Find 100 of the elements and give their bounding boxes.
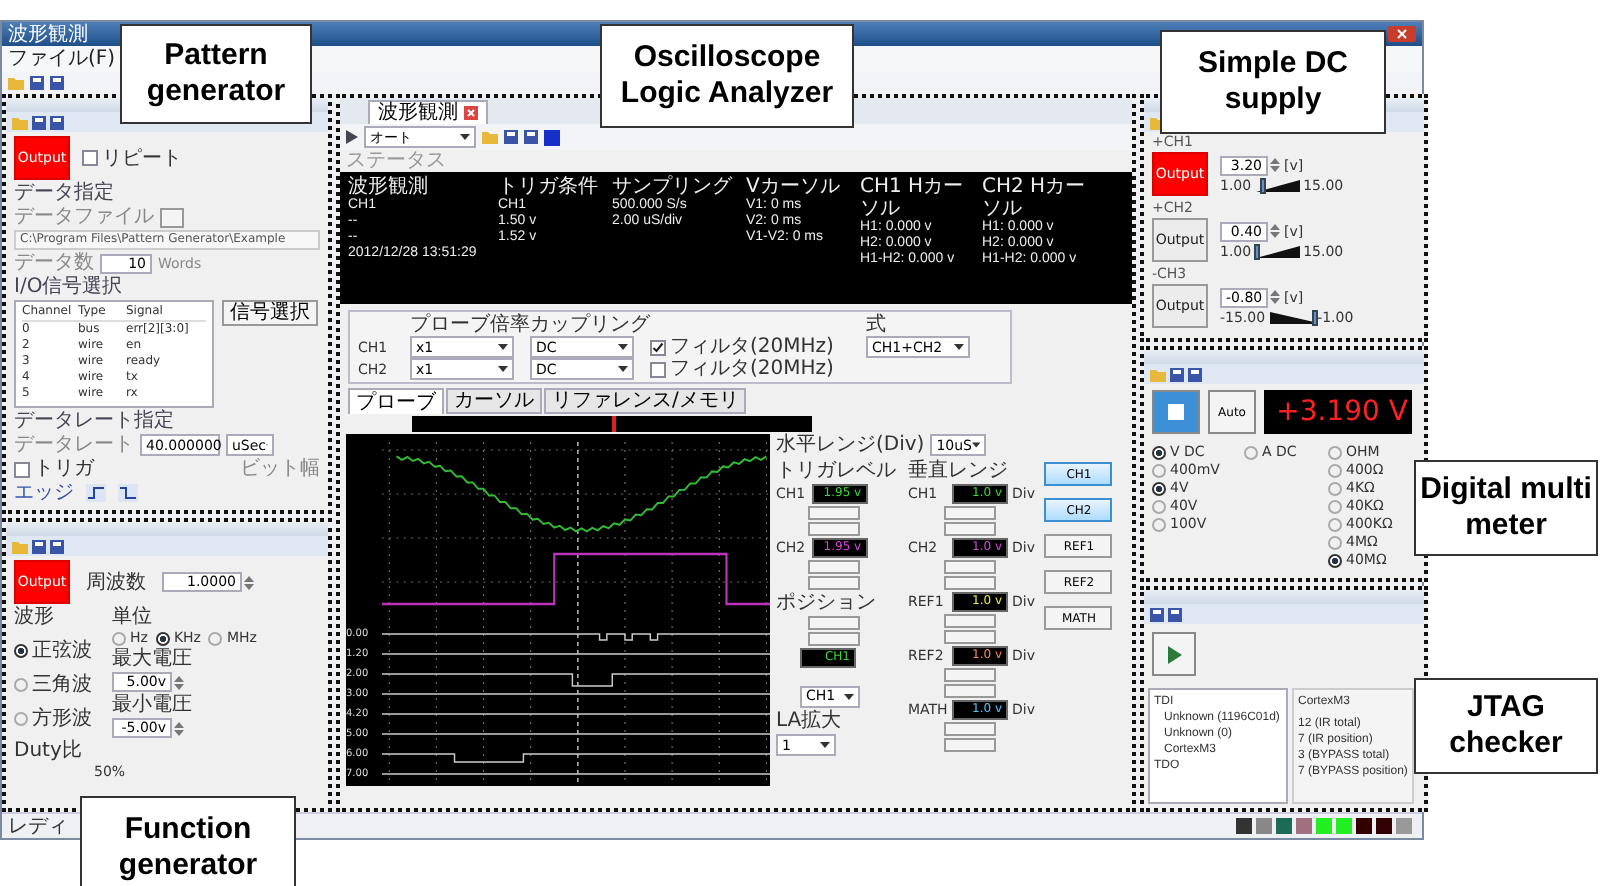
up-button[interactable] [808, 616, 860, 630]
close-icon[interactable] [1388, 26, 1416, 42]
save-icon[interactable] [1150, 607, 1164, 621]
checkbox[interactable] [650, 339, 666, 355]
save-icon[interactable] [1188, 367, 1202, 381]
save-icon[interactable] [1168, 607, 1182, 621]
browse-button[interactable] [160, 207, 184, 227]
save-icon[interactable] [32, 539, 46, 553]
slider-thumb[interactable] [1253, 243, 1260, 259]
up-button[interactable] [944, 614, 996, 628]
radio-button[interactable] [14, 712, 28, 726]
play-icon [1167, 645, 1181, 663]
checkbox[interactable] [14, 461, 30, 477]
radio-button[interactable] [1328, 517, 1342, 531]
ramp-slider[interactable] [1255, 179, 1300, 191]
radio-button[interactable] [1152, 445, 1166, 459]
color-icon[interactable] [544, 129, 560, 145]
radio-button[interactable] [1328, 481, 1342, 495]
down-button[interactable] [944, 576, 996, 590]
radio-button[interactable] [1328, 553, 1342, 567]
down-button[interactable] [808, 522, 860, 536]
down-button[interactable] [808, 632, 860, 646]
field-label: エッジ [14, 482, 74, 504]
view-tab[interactable]: リファレンス/メモリ [544, 388, 747, 414]
down-button[interactable] [944, 684, 996, 698]
callout-label: Function generator [80, 796, 296, 886]
document-tab[interactable]: 波形観測 [368, 100, 488, 124]
radio-label: 方形波 [32, 708, 92, 730]
field-label: 単位 [112, 606, 154, 628]
section-heading: データレート指定 [14, 410, 176, 432]
view-tab[interactable]: プローブ [348, 388, 444, 414]
save-icon[interactable] [30, 76, 44, 90]
radio-button[interactable] [1152, 517, 1166, 531]
rising-edge-icon[interactable] [86, 484, 106, 502]
caret-icon [498, 344, 508, 350]
menu-item[interactable]: ファイル(F) [8, 48, 116, 70]
field-label: データファイル [14, 206, 154, 228]
down-button[interactable] [944, 522, 996, 536]
down-button[interactable] [808, 576, 860, 590]
up-button[interactable] [944, 668, 996, 682]
play-icon[interactable] [346, 130, 358, 144]
checkbox[interactable] [82, 150, 98, 166]
radio-button[interactable] [14, 644, 28, 658]
status-title: サンプリング [612, 176, 734, 198]
radio-button[interactable] [14, 678, 28, 692]
up-button[interactable] [808, 560, 860, 574]
caret-icon [498, 366, 508, 372]
section-heading: ステータス [344, 150, 448, 172]
radio-button[interactable] [1152, 463, 1166, 477]
close-icon[interactable] [464, 106, 478, 120]
save-icon[interactable] [50, 76, 64, 90]
radio-label: 正弦波 [32, 640, 92, 662]
up-button[interactable] [944, 506, 996, 520]
falling-edge-icon[interactable] [118, 484, 138, 502]
radio-button[interactable] [1328, 445, 1342, 459]
status-title: Vカーソル [746, 176, 842, 198]
radio-button[interactable] [1328, 499, 1342, 513]
status-text: レディ [8, 815, 68, 837]
save-icon[interactable] [524, 130, 538, 144]
radio-button[interactable] [155, 631, 170, 645]
caret-icon [844, 693, 854, 699]
caret-icon [460, 134, 470, 140]
down-button[interactable] [944, 630, 996, 644]
status-title: CH2 Hカーソル [982, 176, 1088, 220]
status-title: トリガ条件 [498, 176, 600, 198]
radio-button[interactable] [1152, 481, 1166, 495]
run-button[interactable] [1152, 632, 1196, 676]
position-marker-icon[interactable] [612, 416, 616, 432]
checkbox[interactable] [650, 361, 666, 377]
ramp-slider[interactable] [1269, 311, 1314, 323]
callout-label: Pattern generator [120, 24, 312, 124]
down-button[interactable] [944, 738, 996, 752]
section-heading: データ指定 [14, 182, 116, 204]
run-button[interactable] [1152, 390, 1200, 434]
save-icon[interactable] [504, 130, 518, 144]
slider-thumb[interactable] [1260, 177, 1267, 193]
radio-button[interactable] [112, 631, 126, 645]
column-header: 式 [866, 314, 888, 336]
stop-icon [1168, 404, 1184, 420]
save-icon[interactable] [1170, 367, 1184, 381]
caret-icon [972, 442, 981, 448]
save-icon[interactable] [50, 539, 64, 553]
ramp-slider[interactable] [1255, 245, 1300, 257]
view-tab[interactable]: カーソル [446, 388, 542, 414]
up-button[interactable] [944, 560, 996, 574]
slider-thumb[interactable] [1311, 309, 1318, 325]
save-icon[interactable] [50, 115, 64, 129]
up-button[interactable] [808, 506, 860, 520]
radio-button[interactable] [208, 631, 223, 645]
up-button[interactable] [944, 722, 996, 736]
caret-icon [618, 366, 628, 372]
window-title: 波形観測 [8, 23, 88, 45]
radio-button[interactable] [1152, 499, 1166, 513]
signal-select-button[interactable]: 信号選択 [222, 300, 318, 326]
radio-button[interactable] [1328, 535, 1342, 549]
callout-label: Simple DC supply [1160, 30, 1386, 134]
radio-button[interactable] [1244, 445, 1258, 459]
radio-button[interactable] [1328, 463, 1342, 477]
save-icon[interactable] [32, 115, 46, 129]
radio-label: 三角波 [32, 674, 92, 696]
